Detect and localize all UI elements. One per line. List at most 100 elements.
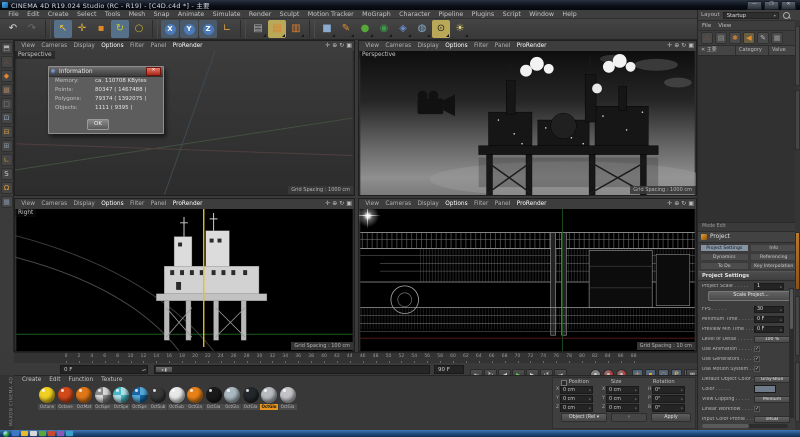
tool-undo[interactable]: ↶ (4, 20, 22, 38)
dock-tab[interactable] (795, 362, 800, 422)
tool-spline-pen[interactable]: ✎ (337, 20, 355, 38)
plugin-node-icon[interactable]: ✎ (757, 32, 769, 44)
material-menu-create[interactable]: Create (18, 377, 45, 383)
menu-file[interactable]: File (4, 11, 23, 18)
material-6[interactable]: OctSpe (131, 387, 149, 410)
material-1[interactable]: Octane (38, 387, 56, 410)
attr-dropdown-default-object-color[interactable]: Gray-Blue (754, 376, 790, 383)
mode-axis-mode[interactable]: ∟ (1, 154, 13, 166)
viewport-menu-cameras[interactable]: Cameras (38, 201, 70, 207)
viewport-menu-display[interactable]: Display (414, 43, 442, 49)
attr-hscrollbar[interactable] (702, 424, 788, 428)
material-2[interactable]: Octane (57, 387, 75, 410)
pan-icon[interactable]: ✛ (667, 41, 672, 51)
coord-field[interactable]: 0° (652, 386, 685, 394)
plugin-livedb-icon[interactable]: ◀ (743, 32, 755, 44)
powerslider-grip[interactable]: ◂ ▮ (156, 367, 172, 372)
viewport-menu-options[interactable]: Options (442, 201, 471, 207)
powerslider-track[interactable]: ◂ ▮ (154, 365, 430, 374)
tool-last-used-tool[interactable]: ○ (130, 20, 148, 38)
material-13[interactable]: OctGlo (260, 387, 278, 410)
viewport-menu-prorender[interactable]: ProRender (170, 201, 206, 207)
tab-key-interpolation[interactable]: Key Interpolation (750, 262, 799, 270)
zoom-icon[interactable]: ⊕ (332, 41, 337, 51)
plugin-render-icon[interactable]: ∴ (701, 32, 713, 44)
panel-menu-view[interactable]: View (718, 23, 731, 29)
apply-button[interactable]: Apply (651, 413, 691, 422)
viewport-menu-view[interactable]: View (362, 201, 382, 207)
viewport-menu-view[interactable]: View (18, 43, 38, 49)
menu-snap[interactable]: Snap (149, 11, 173, 18)
tool-redo[interactable]: ↷ (23, 20, 41, 38)
plugin-settings-icon[interactable]: ✱ (729, 32, 741, 44)
menu-simulate[interactable]: Simulate (208, 11, 244, 18)
current-frame-field[interactable]: 0 F▴▾ (60, 365, 148, 374)
panel-menu-file[interactable]: File (702, 23, 711, 29)
taskbar-icon-1[interactable] (12, 431, 19, 436)
tab-dynamics[interactable]: Dynamics (700, 253, 749, 261)
plugin-viewport-icon[interactable]: ▤ (715, 32, 727, 44)
attr-field-fps[interactable]: 30 (754, 306, 784, 313)
attribute-scrollbar[interactable] (789, 288, 794, 418)
viewport-menu-filter[interactable]: Filter (127, 43, 148, 49)
viewport-menu-panel[interactable]: Panel (148, 201, 170, 207)
layout-dropdown[interactable]: Startup (723, 12, 779, 19)
tool-add-cube[interactable]: ■ (318, 20, 336, 38)
dock-tab-texture[interactable] (795, 232, 800, 290)
mode-render-region[interactable]: ∴ (1, 56, 13, 68)
minimize-button[interactable]: — (747, 1, 762, 10)
viewport-menu-filter[interactable]: Filter (471, 43, 492, 49)
menu-character[interactable]: Character (395, 11, 434, 18)
attr-dropdown-input-color-profile[interactable]: sRGB (754, 416, 790, 423)
coord-field[interactable]: 0 cm (606, 395, 639, 403)
mode-workplane-mode[interactable]: ▢ (1, 98, 13, 110)
coord-field[interactable]: 0° (652, 395, 685, 403)
menu-animate[interactable]: Animate (174, 11, 209, 18)
tab-to-do[interactable]: To Do (700, 262, 749, 270)
viewport-menu-display[interactable]: Display (70, 201, 98, 207)
tool-rotate[interactable]: ↻ (111, 20, 129, 38)
viewport-menu-display[interactable]: Display (414, 201, 442, 207)
tab-referencing[interactable]: Referencing (750, 253, 799, 261)
tool-lock-y-axis[interactable]: Y (180, 20, 198, 38)
material-menu-texture[interactable]: Texture (97, 377, 126, 383)
viewport-menu-prorender[interactable]: ProRender (514, 43, 550, 49)
attr-checkbox-use-motion-system[interactable]: ✓ (754, 366, 760, 372)
size-mode-dropdown[interactable]: ▾ (611, 413, 647, 422)
taskbar-icon-3[interactable] (30, 431, 37, 436)
menu-edit[interactable]: Edit (23, 11, 44, 18)
material-3[interactable]: OctMat (75, 387, 93, 410)
restore-button[interactable]: ❐ (764, 1, 779, 10)
mode-texture-mode[interactable]: ▩ (1, 84, 13, 96)
dock-tab[interactable] (795, 90, 800, 150)
attr-checkbox-use-animation[interactable]: ✓ (754, 346, 760, 352)
material-menu-edit[interactable]: Edit (45, 377, 64, 383)
tool-coordinate-system[interactable]: ∟ (218, 20, 236, 38)
toggle-view-icon[interactable]: ▣ (688, 41, 694, 51)
mode-model-mode[interactable]: ◆ (1, 70, 13, 82)
object-mode-dropdown[interactable]: Object (Rel ▾ (561, 413, 607, 422)
viewport-menu-options[interactable]: Options (98, 43, 127, 49)
toggle-view-icon[interactable]: ▣ (346, 199, 352, 209)
viewport-menu-panel[interactable]: Panel (492, 43, 514, 49)
material-8[interactable]: OctSub (168, 387, 186, 410)
tab-info[interactable]: Info (750, 244, 799, 252)
pan-icon[interactable]: ✛ (667, 199, 672, 209)
material-14[interactable]: OctGla (279, 387, 297, 410)
menu-create[interactable]: Create (44, 11, 73, 18)
rotate-icon[interactable]: ↻ (681, 199, 686, 209)
pan-icon[interactable]: ✛ (325, 199, 330, 209)
plugin-texture-icon[interactable]: ▦ (771, 32, 783, 44)
viewport-wireframe[interactable]: ViewCamerasDisplayOptionsFilterPanelProR… (358, 198, 697, 352)
material-4[interactable]: OctSpe (94, 387, 112, 410)
tool-subdivision-surface[interactable]: ● (356, 20, 374, 38)
coord-field[interactable]: 0° (652, 404, 685, 412)
tool-render-settings[interactable]: ▥ (287, 20, 305, 38)
coord-field[interactable]: 0 cm (560, 386, 593, 394)
start-button[interactable] (3, 431, 9, 437)
zoom-icon[interactable]: ⊕ (332, 199, 337, 209)
taskbar-icon-5[interactable] (48, 431, 55, 436)
viewport-menu-view[interactable]: View (18, 201, 38, 207)
menu-mesh[interactable]: Mesh (125, 11, 150, 18)
viewport-perspective-2[interactable]: ViewCamerasDisplayOptionsFilterPanelProR… (358, 40, 697, 196)
